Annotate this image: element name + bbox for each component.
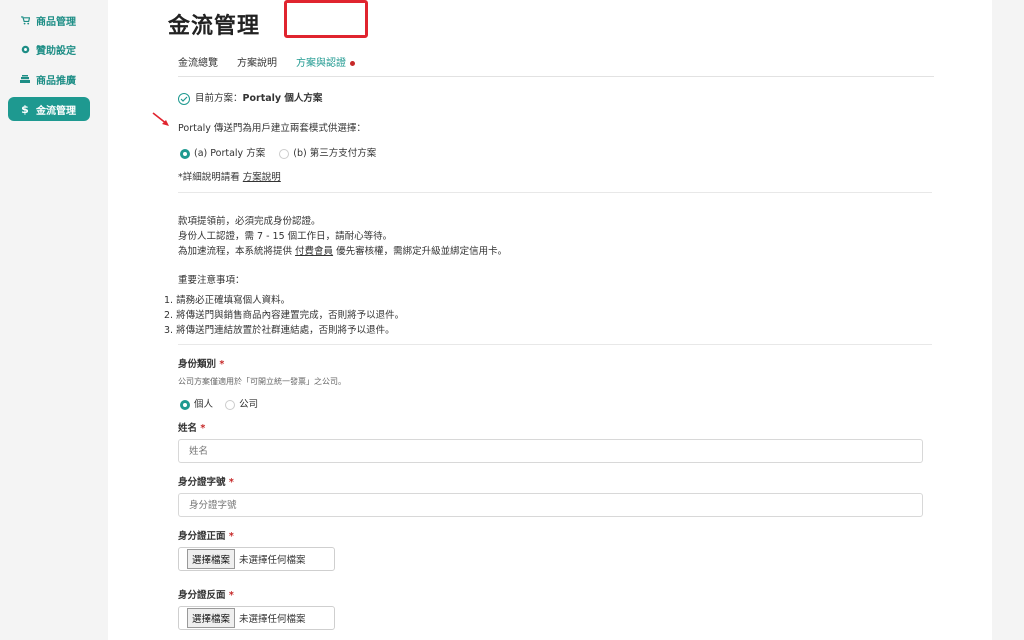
sidebar-item-sponsor[interactable]: 贊助設定 (8, 37, 90, 61)
radio-plan-a[interactable] (180, 148, 190, 159)
important-title: 重要注意事項： (178, 275, 245, 286)
current-plan: 目前方案：Portaly 個人方案 (178, 90, 322, 105)
sidebar-item-label: 金流管理 (36, 105, 76, 117)
name-field-label: 姓名 * (178, 420, 205, 434)
dollar-icon: $ (21, 102, 29, 116)
highlight-box (284, 0, 368, 38)
id-label-text: 身分證字號 (178, 477, 226, 488)
sidebar-item-payments[interactable]: $ 金流管理 (8, 97, 90, 121)
identity-options: 個人 公司 (180, 396, 258, 410)
id-number-label: 身分證字號 * (178, 474, 234, 488)
divider (178, 192, 932, 193)
important-item: 1. 請務必正確填寫個人資料。 (164, 295, 291, 306)
notice-line-3-prefix: 為加速流程，本系統將提供 (178, 246, 293, 257)
identity-type-label: 身份類別 * (178, 356, 224, 370)
name-label-text: 姓名 (178, 423, 198, 434)
plan-question: Portaly 傳送門為用戶建立兩套模式供選擇： (178, 123, 366, 134)
red-arrow-icon (152, 112, 169, 126)
check-circle-icon (178, 92, 190, 105)
choose-file-button[interactable]: 選擇檔案 (187, 608, 236, 628)
notice-line-3: 為加速流程，本系統將提供 付費會員 優先審核權，需綁定升級並綁定信用卡。 (178, 243, 507, 257)
page-title: 金流管理 (168, 14, 261, 39)
id-back-file-input[interactable]: 選擇檔案 未選擇任何檔案 (178, 606, 335, 630)
radio-individual[interactable] (180, 399, 190, 410)
stack-icon (20, 74, 30, 84)
file-status: 未選擇任何檔案 (239, 614, 306, 625)
sidebar-item-label: 贊助設定 (36, 45, 76, 57)
required-mark: * (200, 423, 206, 434)
sidebar-item-label: 商品管理 (36, 16, 76, 28)
id-number-input[interactable] (178, 493, 923, 517)
important-item: 3. 將傳送門連結放置於社群連結處，否則將予以退件。 (164, 325, 395, 336)
tab-plan-description[interactable]: 方案說明 (237, 54, 277, 69)
sidebar: 商品管理 贊助設定 商品推廣 $ 金流管理 (0, 0, 100, 640)
plan-option-b-label[interactable]: (b) 第三方支付方案 (293, 148, 376, 159)
sidebar-item-promotion[interactable]: 商品推廣 (8, 67, 90, 91)
notification-dot (350, 60, 355, 66)
tab-overview[interactable]: 金流總覽 (178, 54, 218, 69)
important-item: 2. 將傳送門與銷售商品內容建置完成，否則將予以退件。 (164, 310, 405, 321)
cart-icon (20, 15, 30, 25)
required-mark: * (228, 477, 234, 488)
identity-option-individual[interactable]: 個人 (194, 399, 213, 410)
divider (178, 344, 932, 345)
id-back-label-text: 身分證反面 (178, 590, 226, 601)
radio-company[interactable] (225, 399, 236, 410)
detail-prefix: *詳細說明請看 (178, 172, 240, 183)
tab-bar: 金流總覽 方案說明 方案與認證 (178, 41, 934, 77)
required-mark: * (228, 531, 234, 542)
id-front-label-text: 身分證正面 (178, 531, 226, 542)
sidebar-item-products[interactable]: 商品管理 (8, 8, 90, 32)
plan-description-link[interactable]: 方案說明 (243, 172, 281, 183)
tab-plan-verification[interactable]: 方案與認證 (296, 54, 355, 69)
paid-member-link[interactable]: 付費會員 (295, 246, 333, 257)
choose-file-button[interactable]: 選擇檔案 (187, 549, 236, 569)
plan-option-a-label[interactable]: (a) Portaly 方案 (194, 148, 265, 159)
name-input[interactable] (178, 439, 923, 463)
identity-hint: 公司方案僅適用於「可開立統一發票」之公司。 (178, 377, 346, 386)
file-status: 未選擇任何檔案 (239, 555, 306, 566)
id-front-label: 身分證正面 * (178, 528, 234, 542)
required-mark: * (219, 359, 225, 370)
notice-line-2: 身份人工認證，需 7 - 15 個工作日，請耐心等待。 (178, 231, 393, 242)
id-back-label: 身分證反面 * (178, 587, 234, 601)
notice-line-3-suffix: 優先審核權，需綁定升級並綁定信用卡。 (336, 246, 508, 257)
identity-label-text: 身份類別 (178, 359, 217, 370)
main-panel: 金流管理 金流總覽 方案說明 方案與認證 目前方案：Portaly 個人方案 P… (108, 0, 992, 640)
identity-option-company[interactable]: 公司 (239, 399, 258, 410)
plan-options: (a) Portaly 方案 (b) 第三方支付方案 (180, 145, 376, 159)
radio-plan-b[interactable] (279, 148, 290, 159)
current-plan-value: Portaly 個人方案 (242, 93, 323, 104)
notice-line-1: 款項提領前，必須完成身份認證。 (178, 216, 321, 227)
current-plan-label: 目前方案： (195, 93, 243, 104)
id-front-file-input[interactable]: 選擇檔案 未選擇任何檔案 (178, 547, 335, 571)
required-mark: * (228, 590, 234, 601)
gear-icon (20, 44, 30, 54)
detail-note: *詳細說明請看 方案說明 (178, 169, 281, 183)
tab-label: 方案與認證 (296, 58, 346, 69)
sidebar-item-label: 商品推廣 (36, 75, 76, 87)
